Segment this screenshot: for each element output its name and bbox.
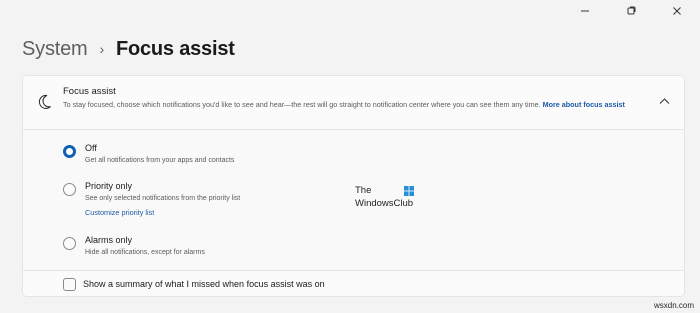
customize-priority-list-link[interactable]: Customize priority list	[85, 208, 154, 217]
watermark-line1: The	[355, 185, 372, 196]
focus-assist-description-text: To stay focused, choose which notificati…	[63, 100, 541, 109]
chevron-up-icon[interactable]	[659, 97, 670, 105]
minimize-icon	[581, 10, 589, 12]
close-button[interactable]	[654, 0, 700, 22]
radio-priority-only[interactable]	[63, 183, 76, 196]
option-off-description: Get all notifications from your apps and…	[85, 157, 235, 164]
focus-assist-header[interactable]: Focus assist To stay focused, choose whi…	[23, 76, 684, 130]
breadcrumb: System › Focus assist	[22, 38, 235, 61]
maximize-icon	[627, 6, 636, 15]
thewindowsclub-watermark: The WindowsClub	[355, 185, 425, 213]
windows-logo-icon	[404, 186, 414, 196]
option-off-label: Off	[85, 143, 97, 153]
summary-checkbox-label: Show a summary of what I missed when foc…	[83, 279, 325, 289]
close-icon	[673, 7, 681, 15]
option-priority-only-description: See only selected notifications from the…	[85, 195, 241, 202]
focus-assist-options: Off Get all notifications from your apps…	[23, 130, 684, 270]
radio-off[interactable]	[63, 145, 76, 158]
breadcrumb-system[interactable]: System	[22, 38, 88, 61]
radio-alarms-only[interactable]	[63, 237, 76, 250]
option-alarms-only-description: Hide all notifications, except for alarm…	[85, 249, 205, 256]
option-priority-only-label: Priority only	[85, 181, 133, 191]
site-watermark: wsxdn.com	[653, 301, 694, 310]
moon-icon	[38, 94, 51, 109]
minimize-button[interactable]	[562, 0, 608, 22]
window-controls	[562, 0, 700, 22]
chevron-right-icon: ›	[99, 40, 104, 57]
watermark-line2: WindowsClub	[355, 198, 414, 209]
maximize-button[interactable]	[608, 0, 654, 22]
focus-assist-description: To stay focused, choose which notificati…	[63, 99, 648, 110]
focus-assist-card: Focus assist To stay focused, choose whi…	[22, 75, 685, 297]
page-title: Focus assist	[115, 38, 235, 60]
more-about-focus-assist-link[interactable]: More about focus assist	[543, 100, 625, 109]
summary-checkbox[interactable]	[63, 278, 76, 291]
summary-row[interactable]: Show a summary of what I missed when foc…	[23, 270, 684, 296]
option-alarms-only-label: Alarms only	[85, 235, 133, 245]
focus-assist-title: Focus assist	[63, 86, 116, 97]
